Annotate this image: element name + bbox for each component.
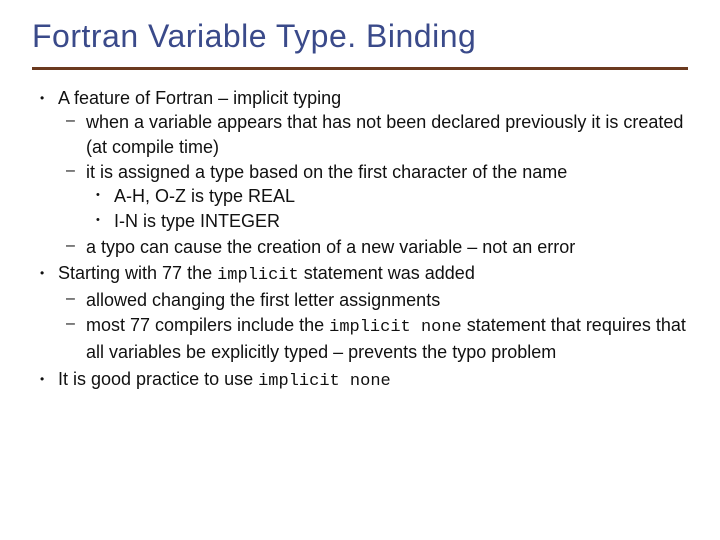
bullet-3: It is good practice to use implicit none: [34, 367, 688, 394]
bullet-1-sub-2-a: A-H, O-Z is type REAL: [86, 184, 688, 208]
bullet-1-sub-1: when a variable appears that has not bee…: [58, 110, 688, 159]
bullet-1: A feature of Fortran – implicit typing w…: [34, 86, 688, 259]
slide-content: A feature of Fortran – implicit typing w…: [32, 86, 688, 393]
bullet-1-sub-2-sub: A-H, O-Z is type REAL I-N is type INTEGE…: [86, 184, 688, 234]
bullet-list: A feature of Fortran – implicit typing w…: [34, 86, 688, 393]
bullet-2-sub-2-code: implicit none: [329, 318, 462, 337]
bullet-2-sub: allowed changing the first letter assign…: [58, 288, 688, 365]
bullet-1-text: A feature of Fortran – implicit typing: [58, 88, 341, 108]
bullet-3-code: implicit none: [258, 372, 391, 391]
bullet-1-sub-3: a typo can cause the creation of a new v…: [58, 235, 688, 259]
bullet-1-sub: when a variable appears that has not bee…: [58, 110, 688, 259]
bullet-1-sub-2-b: I-N is type INTEGER: [86, 209, 688, 233]
bullet-1-sub-2-text: it is assigned a type based on the first…: [86, 162, 567, 182]
bullet-2-sub-1: allowed changing the first letter assign…: [58, 288, 688, 312]
bullet-2-code: implicit: [217, 266, 299, 285]
bullet-2-sub-2-pre: most 77 compilers include the: [86, 315, 329, 335]
bullet-3-pre: It is good practice to use: [58, 369, 258, 389]
slide: Fortran Variable Type. Binding A feature…: [0, 0, 720, 413]
title-rule: [32, 67, 688, 70]
bullet-2: Starting with 77 the implicit statement …: [34, 261, 688, 364]
bullet-1-sub-2: it is assigned a type based on the first…: [58, 160, 688, 234]
bullet-2-sub-2: most 77 compilers include the implicit n…: [58, 313, 688, 364]
bullet-2-post: statement was added: [299, 263, 475, 283]
bullet-2-pre: Starting with 77 the: [58, 263, 217, 283]
page-title: Fortran Variable Type. Binding: [32, 18, 688, 55]
